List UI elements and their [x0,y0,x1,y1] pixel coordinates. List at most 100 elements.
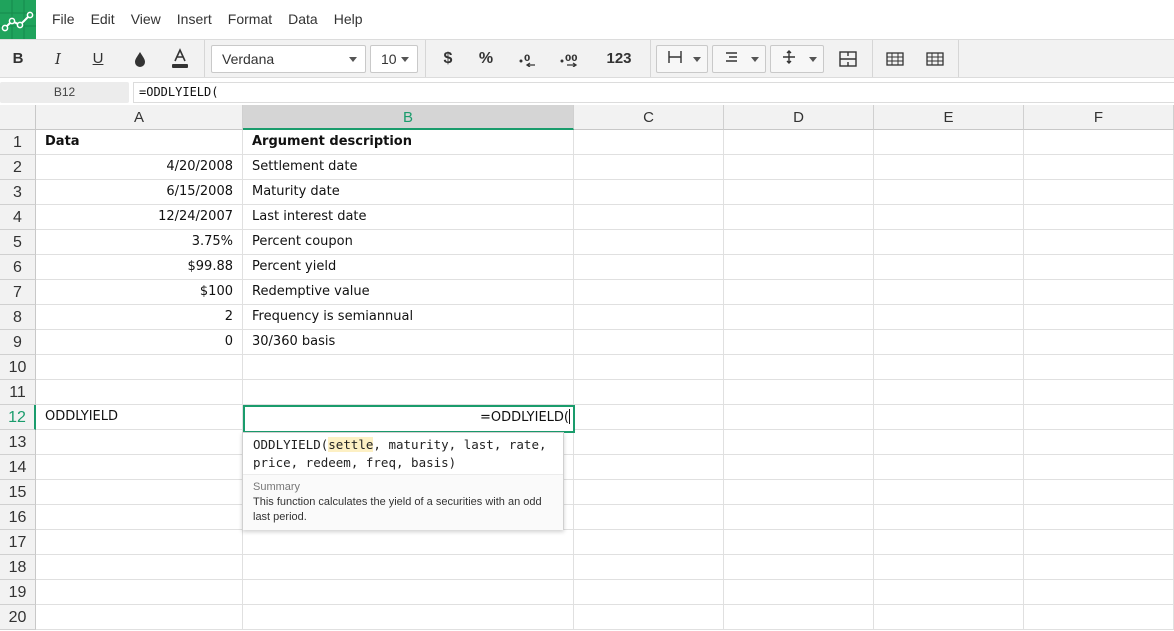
cell-e16[interactable] [874,505,1024,530]
row-header-12[interactable]: 12 [0,405,36,430]
freeze-rows-icon[interactable] [880,40,910,77]
cell-a12[interactable]: ODDLYIELD [36,405,243,430]
cell-e6[interactable] [874,255,1024,280]
row-header-9[interactable]: 9 [0,330,36,355]
cell-c18[interactable] [574,555,724,580]
row-header-11[interactable]: 11 [0,380,36,405]
borders-dropdown[interactable] [656,45,708,73]
cell-c12[interactable] [574,405,724,430]
cell-c20[interactable] [574,605,724,630]
cell-c6[interactable] [574,255,724,280]
cell-a19[interactable] [36,580,243,605]
cell-d15[interactable] [724,480,874,505]
cell-f16[interactable] [1024,505,1174,530]
row-header-14[interactable]: 14 [0,455,36,480]
column-header-b[interactable]: B [243,105,574,130]
cell-a3[interactable]: 6/15/2008 [36,180,243,205]
cell-c4[interactable] [574,205,724,230]
cell-a15[interactable] [36,480,243,505]
cell-d2[interactable] [724,155,874,180]
cell-b4[interactable]: Last interest date [243,205,574,230]
cell-a13[interactable] [36,430,243,455]
row-header-3[interactable]: 3 [0,180,36,205]
cell-f11[interactable] [1024,380,1174,405]
cell-d13[interactable] [724,430,874,455]
italic-button[interactable]: I [44,40,72,77]
cell-b20[interactable] [243,605,574,630]
cell-c5[interactable] [574,230,724,255]
row-header-8[interactable]: 8 [0,305,36,330]
function-signature[interactable]: ODDLYIELD(settle, maturity, last, rate, p… [243,433,563,474]
cell-e11[interactable] [874,380,1024,405]
cell-e19[interactable] [874,580,1024,605]
cell-e8[interactable] [874,305,1024,330]
cell-f4[interactable] [1024,205,1174,230]
cell-e9[interactable] [874,330,1024,355]
cell-d12[interactable] [724,405,874,430]
underline-button[interactable]: U [84,40,112,77]
cell-a7[interactable]: $100 [36,280,243,305]
number-format-button[interactable]: 123 [600,40,638,77]
cell-a9[interactable]: 0 [36,330,243,355]
cell-f18[interactable] [1024,555,1174,580]
cell-d18[interactable] [724,555,874,580]
cell-a10[interactable] [36,355,243,380]
row-header-13[interactable]: 13 [0,430,36,455]
row-header-4[interactable]: 4 [0,205,36,230]
cell-d9[interactable] [724,330,874,355]
cell-c19[interactable] [574,580,724,605]
cell-b11[interactable] [243,380,574,405]
row-header-5[interactable]: 5 [0,230,36,255]
cell-a2[interactable]: 4/20/2008 [36,155,243,180]
column-header-e[interactable]: E [874,105,1024,130]
cell-f9[interactable] [1024,330,1174,355]
cell-a6[interactable]: $99.88 [36,255,243,280]
row-header-1[interactable]: 1 [0,130,36,155]
row-header-7[interactable]: 7 [0,280,36,305]
cell-e3[interactable] [874,180,1024,205]
cell-b17[interactable] [243,530,574,555]
font-size-select[interactable]: 10 [370,45,418,73]
cell-f10[interactable] [1024,355,1174,380]
row-header-16[interactable]: 16 [0,505,36,530]
cell-c8[interactable] [574,305,724,330]
cell-b9[interactable]: 30/360 basis [243,330,574,355]
column-header-f[interactable]: F [1024,105,1174,130]
cell-e4[interactable] [874,205,1024,230]
cell-a8[interactable]: 2 [36,305,243,330]
cell-c2[interactable] [574,155,724,180]
cell-d7[interactable] [724,280,874,305]
font-family-select[interactable]: Verdana [211,45,366,73]
cell-d3[interactable] [724,180,874,205]
column-header-a[interactable]: A [36,105,243,130]
cell-f14[interactable] [1024,455,1174,480]
cell-b3[interactable]: Maturity date [243,180,574,205]
table-grid-icon[interactable] [920,40,950,77]
cell-b5[interactable]: Percent coupon [243,230,574,255]
cell-c3[interactable] [574,180,724,205]
fill-color-icon[interactable] [126,40,154,77]
cell-f6[interactable] [1024,255,1174,280]
cell-a16[interactable] [36,505,243,530]
cell-e5[interactable] [874,230,1024,255]
cell-b6[interactable]: Percent yield [243,255,574,280]
cell-editor-b12[interactable]: =ODDLYIELD( [243,405,575,433]
row-header-17[interactable]: 17 [0,530,36,555]
cell-e15[interactable] [874,480,1024,505]
cell-b2[interactable]: Settlement date [243,155,574,180]
cell-f8[interactable] [1024,305,1174,330]
menu-format[interactable]: Format [212,0,272,39]
app-logo-icon[interactable] [0,0,36,39]
cell-d17[interactable] [724,530,874,555]
cell-e17[interactable] [874,530,1024,555]
cell-d11[interactable] [724,380,874,405]
cell-a17[interactable] [36,530,243,555]
cell-c14[interactable] [574,455,724,480]
cell-f2[interactable] [1024,155,1174,180]
decrease-decimal-icon[interactable]: 0 [514,40,542,77]
row-header-2[interactable]: 2 [0,155,36,180]
cell-a14[interactable] [36,455,243,480]
row-header-20[interactable]: 20 [0,605,36,630]
cell-d20[interactable] [724,605,874,630]
cell-f13[interactable] [1024,430,1174,455]
